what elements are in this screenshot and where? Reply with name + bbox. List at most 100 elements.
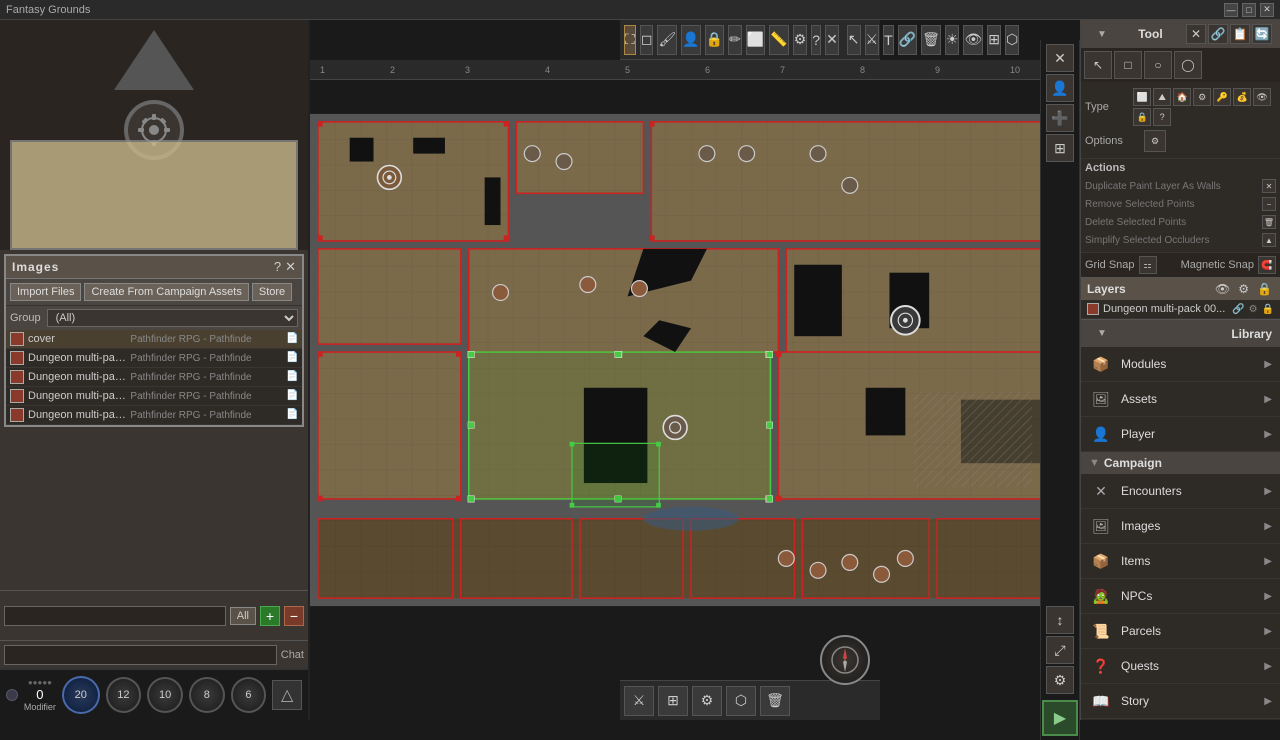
- create-assets-button[interactable]: Create From Campaign Assets: [84, 283, 248, 301]
- grid-snap-icon[interactable]: ⚏: [1139, 256, 1157, 274]
- modules-icon: 📦: [1089, 352, 1113, 376]
- settings3-icon[interactable]: ⚙: [1046, 666, 1074, 694]
- images-panel: Images ? ✕ Import Files Create From Camp…: [4, 254, 304, 427]
- maximize-button[interactable]: □: [1242, 3, 1256, 17]
- dice-d6[interactable]: 6: [231, 677, 267, 713]
- type-icon-wall[interactable]: ⬜: [1133, 88, 1151, 106]
- search-input[interactable]: [4, 606, 226, 626]
- delete2-button[interactable]: 🗑: [760, 686, 790, 716]
- add-button[interactable]: +: [260, 606, 280, 626]
- circle-tool[interactable]: ○: [1144, 51, 1172, 79]
- library-assets[interactable]: 🖼 Assets ▶: [1081, 382, 1280, 417]
- type-icon-eye[interactable]: 👁: [1253, 88, 1271, 106]
- campaign-item-encounters[interactable]: ✕ Encounters ▶: [1081, 474, 1280, 509]
- layer-name: Dungeon multi-pack 00...: [1103, 303, 1228, 315]
- layer-lock2-icon[interactable]: 🔒: [1262, 304, 1274, 315]
- dice-d20[interactable]: 20: [62, 676, 100, 714]
- plus-icon[interactable]: ➕: [1046, 104, 1074, 132]
- close-button[interactable]: ✕: [1260, 3, 1274, 17]
- layers-lock-icon[interactable]: 🔒: [1255, 281, 1274, 297]
- library-header[interactable]: ▼ Library: [1081, 320, 1280, 347]
- layers-settings-icon[interactable]: ⚙: [1236, 281, 1251, 297]
- layer-link-icon[interactable]: 🔗: [1232, 304, 1244, 315]
- actions-section: Actions Duplicate Paint Layer As Walls ✕…: [1081, 159, 1280, 252]
- type-icon-house[interactable]: 🏠: [1173, 88, 1191, 106]
- image-type-icon: 📄: [286, 371, 298, 383]
- items-icon: 📦: [1089, 549, 1113, 573]
- type-icon-gear[interactable]: ⚙: [1193, 88, 1211, 106]
- type-icon-lock[interactable]: 🔒: [1133, 108, 1151, 126]
- paint-walls-icon[interactable]: ✕: [1262, 179, 1276, 193]
- type-icon-key[interactable]: 🔑: [1213, 88, 1231, 106]
- encounters-label: Encounters: [1121, 484, 1256, 498]
- map-content[interactable]: [310, 40, 1080, 680]
- crosshair-icon[interactable]: ✕: [1046, 44, 1074, 72]
- expand-icon[interactable]: ⤢: [1046, 636, 1074, 664]
- campaign-header[interactable]: ▼ Campaign: [1081, 452, 1280, 474]
- import-files-button[interactable]: Import Files: [10, 283, 81, 301]
- library-modules[interactable]: 📦 Modules ▶: [1081, 347, 1280, 382]
- image-list-item[interactable]: Dungeon multi-pack 001 Pathfinder RPG - …: [6, 349, 302, 368]
- campaign-item-npcs[interactable]: 🧟 NPCs ▶: [1081, 579, 1280, 614]
- options-label: Options: [1085, 135, 1140, 147]
- images-panel-title: Images: [12, 260, 59, 274]
- dice-d8[interactable]: 8: [189, 677, 225, 713]
- type-icon-mountain[interactable]: ⛰: [1153, 88, 1171, 106]
- paint-walls-label: Duplicate Paint Layer As Walls: [1085, 181, 1258, 192]
- person-icon[interactable]: 👤: [1046, 74, 1074, 102]
- library-player[interactable]: 👤 Player ▶: [1081, 417, 1280, 452]
- quests-label: Quests: [1121, 659, 1256, 673]
- tool-icon-2[interactable]: 🔗: [1208, 24, 1228, 44]
- compass[interactable]: [820, 635, 870, 685]
- magnetic-snap-icon[interactable]: 🧲: [1258, 256, 1276, 274]
- layer-button[interactable]: ⬡: [726, 686, 756, 716]
- tool-icon-3[interactable]: 📋: [1230, 24, 1250, 44]
- chat-input[interactable]: [4, 645, 277, 665]
- remove-points-icon[interactable]: −: [1262, 197, 1276, 211]
- image-list-item[interactable]: Dungeon multi-pack 003 Pathfinder RPG - …: [6, 387, 302, 406]
- campaign-item-images[interactable]: 🖼 Images ▶: [1081, 509, 1280, 544]
- player-label: Player: [1121, 427, 1256, 441]
- campaign-item-items[interactable]: 📦 Items ▶: [1081, 544, 1280, 579]
- items-label: Items: [1121, 554, 1256, 568]
- tool-icon-4[interactable]: 🔄: [1252, 24, 1272, 44]
- options-icon[interactable]: ⚙: [1144, 130, 1166, 152]
- none-tool: [1204, 51, 1232, 79]
- grid-button[interactable]: ⊞: [658, 686, 688, 716]
- store-button[interactable]: Store: [252, 283, 292, 301]
- image-list-item[interactable]: Dungeon multi-pack 002 Pathfinder RPG - …: [6, 368, 302, 387]
- settings2-button[interactable]: ⚙: [692, 686, 722, 716]
- simplify-icon[interactable]: ▲: [1262, 233, 1276, 247]
- group-select[interactable]: (All): [47, 309, 298, 327]
- type-icon-money[interactable]: 💰: [1233, 88, 1251, 106]
- delete-button[interactable]: −: [284, 606, 304, 626]
- images-help-button[interactable]: ?: [274, 259, 281, 275]
- delete-points-icon[interactable]: 🗑: [1262, 215, 1276, 229]
- campaign-item-parcels[interactable]: 📜 Parcels ▶: [1081, 614, 1280, 649]
- oval-tool[interactable]: ◯: [1174, 51, 1202, 79]
- arrow-tool[interactable]: ↖: [1084, 51, 1112, 79]
- all-button[interactable]: All: [230, 607, 256, 625]
- campaign-item-story[interactable]: 📖 Story ▶: [1081, 684, 1280, 719]
- layers-panel: Layers 👁 ⚙ 🔒 Dungeon multi-pack 00... 🔗 …: [1081, 278, 1280, 320]
- tool-panel-header[interactable]: ▼ Tool ✕ 🔗 📋 🔄: [1081, 20, 1280, 48]
- image-list-item[interactable]: cover Pathfinder RPG - Pathfinde 📄: [6, 330, 302, 349]
- tool-icon-1[interactable]: ✕: [1186, 24, 1206, 44]
- image-list-item[interactable]: Dungeon multi-pack 004 Pathfinder RPG - …: [6, 406, 302, 425]
- sword-button[interactable]: ⚔: [624, 686, 654, 716]
- vertical-arrow-icon[interactable]: ↕: [1046, 606, 1074, 634]
- layers-eye-icon[interactable]: 👁: [1213, 281, 1232, 297]
- image-name: Dungeon multi-pack 004: [28, 409, 130, 421]
- dice-d10[interactable]: 10: [147, 677, 183, 713]
- dice-d12[interactable]: 12: [106, 677, 142, 713]
- layer-edit-icon[interactable]: ⚙: [1249, 304, 1258, 315]
- rect-tool[interactable]: □: [1114, 51, 1142, 79]
- ruler-icon[interactable]: △: [272, 680, 302, 710]
- play-button[interactable]: ▶: [1042, 700, 1078, 736]
- minimize-button[interactable]: —: [1224, 3, 1238, 17]
- images-close-button[interactable]: ✕: [285, 259, 296, 275]
- grid2-icon[interactable]: ⊞: [1046, 134, 1074, 162]
- images-list: cover Pathfinder RPG - Pathfinde 📄 Dunge…: [6, 330, 302, 425]
- campaign-item-quests[interactable]: ❓ Quests ▶: [1081, 649, 1280, 684]
- type-icon-question[interactable]: ?: [1153, 108, 1171, 126]
